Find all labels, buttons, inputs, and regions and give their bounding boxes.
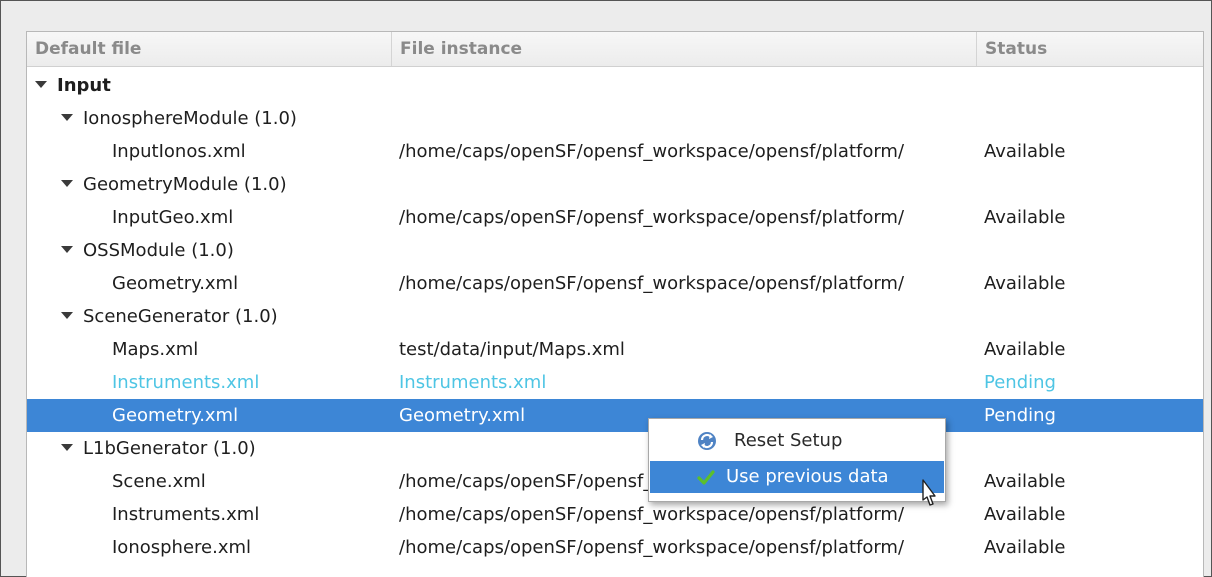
menu-item-label: Reset Setup [734,430,843,451]
cell-status: Pending [984,372,1056,393]
cell-status: Pending [984,405,1056,426]
column-header-file-instance[interactable]: File instance [392,32,977,66]
tree-row-group[interactable]: IonosphereModule (1.0) [27,102,1203,135]
default-file-label: Maps.xml [112,339,199,360]
menu-item-use-previous-data[interactable]: Use previous data [650,461,944,493]
tree-row-group[interactable]: L1bGenerator (1.0) [27,432,1203,465]
expand-arrow-icon[interactable] [61,113,73,121]
cell-status [984,102,1184,135]
cell-status: Available [984,207,1066,228]
cell-status: Available [984,471,1066,492]
default-file-label: InputGeo.xml [112,207,234,228]
tree-row-file[interactable]: InputIonos.xml/home/caps/openSF/opensf_w… [27,135,1203,168]
cell-file-instance [399,234,981,267]
tree-row-group[interactable]: Input [27,69,1203,102]
menu-item-reset-setup[interactable]: Reset Setup [650,425,944,457]
cell-file-instance: /home/caps/openSF/opensf_workspace/opens… [399,504,905,525]
checkmark-icon [696,461,716,493]
cell-default-file: OSSModule (1.0) [27,234,426,267]
cell-file-instance [399,69,981,102]
tree-row-group[interactable]: OSSModule (1.0) [27,234,1203,267]
column-header-status[interactable]: Status [977,32,1203,66]
column-header-default-file[interactable]: Default file [27,32,392,66]
cell-file-instance: /home/caps/openSF/opensf_workspace/opens… [399,537,905,558]
tree-row-group[interactable]: GeometryModule (1.0) [27,168,1203,201]
cell-status [984,168,1184,201]
cell-file-instance: /home/caps/openSF/opensf_workspace/opens… [399,207,905,228]
tree-row-file[interactable]: Geometry.xml Geometry.xml Pending [27,399,1203,432]
tree-header: Default file File instance Status [27,32,1203,67]
cell-default-file: GeometryModule (1.0) [27,168,426,201]
cell-status [984,300,1184,333]
cell-file-instance [399,102,981,135]
expand-arrow-icon[interactable] [61,311,73,319]
default-file-label: Input [57,75,111,96]
default-file-label: Ionosphere.xml [112,537,252,558]
refresh-icon [696,425,718,457]
cell-file-instance [399,168,981,201]
cell-default-file: L1bGenerator (1.0) [27,432,426,465]
cell-status: Available [984,273,1066,294]
cell-default-file: IonosphereModule (1.0) [27,102,426,135]
cell-status: Available [984,537,1066,558]
cell-file-instance: /home/caps/openSF/opensf_workspace/opens… [399,141,905,162]
expand-arrow-icon[interactable] [61,443,73,451]
tree-row-file[interactable]: Instruments.xml/home/caps/openSF/opensf_… [27,498,1203,531]
cell-default-file: SceneGenerator (1.0) [27,300,426,333]
tree-row-file[interactable]: Geometry.xml/home/caps/openSF/opensf_wor… [27,267,1203,300]
expand-arrow-icon[interactable] [61,245,73,253]
tree-row-group[interactable]: SceneGenerator (1.0) [27,300,1203,333]
default-file-label: Geometry.xml [112,405,239,426]
default-file-label: IonosphereModule (1.0) [83,108,297,129]
default-file-label: GeometryModule (1.0) [83,174,287,195]
mouse-cursor-icon [918,478,942,516]
default-file-label: Geometry.xml [112,273,239,294]
default-file-label: Instruments.xml [112,504,260,525]
cell-status: Available [984,339,1066,360]
menu-item-label: Use previous data [726,466,889,487]
tree-row-file[interactable]: Maps.xml test/data/input/Maps.xml Availabl… [27,333,1203,366]
tree-row-file[interactable]: Scene.xml/home/caps/openSF/opensf_worksp… [27,465,1203,498]
default-file-label: InputIonos.xml [112,141,246,162]
tree-row-file[interactable]: InputGeo.xml/home/caps/openSF/opensf_wor… [27,201,1203,234]
cell-status [984,234,1184,267]
expand-arrow-icon[interactable] [35,80,47,88]
cell-file-instance: /home/caps/openSF/opensf_workspace/opens… [399,273,905,294]
default-file-label: L1bGenerator (1.0) [83,438,256,459]
window-frame: Default file File instance Status Input I… [0,0,1212,577]
default-file-label: Scene.xml [112,471,206,492]
cell-default-file: Input [27,69,400,102]
cell-file-instance: Instruments.xml [399,372,547,393]
cell-status [984,69,1184,102]
cell-status [984,432,1184,465]
cell-status: Available [984,504,1066,525]
cell-file-instance [399,300,981,333]
default-file-label: OSSModule (1.0) [83,240,234,261]
default-file-label: Instruments.xml [112,372,260,393]
cell-file-instance: test/data/input/Maps.xml [399,339,625,360]
expand-arrow-icon[interactable] [61,179,73,187]
tree-row-file[interactable]: Ionosphere.xml/home/caps/openSF/opensf_w… [27,531,1203,564]
tree-row-file[interactable]: Instruments.xml Instruments.xml Pending [27,366,1203,399]
cell-status: Available [984,141,1066,162]
context-menu: Reset Setup Use previous data [648,418,946,502]
file-tree-view[interactable]: Default file File instance Status Input I… [26,31,1204,577]
default-file-label: SceneGenerator (1.0) [83,306,278,327]
